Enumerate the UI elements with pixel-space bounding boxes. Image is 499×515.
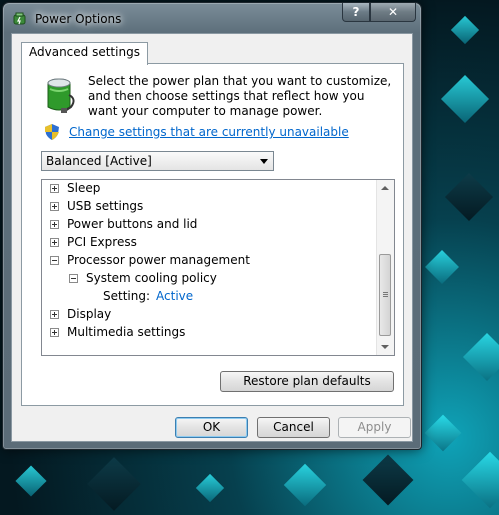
wallpaper-tile	[425, 250, 459, 284]
change-unavailable-settings-link[interactable]: Change settings that are currently unava…	[69, 125, 349, 139]
scroll-up-arrow-icon[interactable]	[381, 186, 389, 190]
tree-item-system-cooling-policy[interactable]: System cooling policy	[69, 269, 217, 287]
scroll-down-arrow-icon[interactable]	[381, 345, 389, 349]
wallpaper-tile	[362, 454, 414, 506]
battery-power-icon	[47, 78, 75, 113]
wallpaper-tile	[15, 465, 47, 497]
scrollbar-thumb[interactable]	[379, 254, 391, 336]
tree-item-display[interactable]: Display	[50, 305, 111, 323]
tree-item-pci-express[interactable]: PCI Express	[50, 233, 137, 251]
wallpaper-tile	[283, 463, 327, 507]
title-bar[interactable]: Power Options ? ✕	[3, 3, 421, 33]
wallpaper-tile	[424, 414, 462, 452]
ok-button[interactable]: OK	[175, 417, 248, 438]
wallpaper-tile	[444, 172, 494, 222]
grip-line	[383, 292, 388, 293]
window-title: Power Options	[35, 12, 122, 26]
expand-icon[interactable]	[50, 328, 59, 337]
tree-item-setting[interactable]: Setting: Active	[103, 287, 193, 305]
collapse-icon[interactable]	[50, 256, 59, 265]
power-options-icon	[13, 12, 26, 25]
wallpaper-tile	[87, 457, 141, 511]
close-button[interactable]: ✕	[370, 3, 416, 22]
settings-tree[interactable]: Sleep USB settings Power buttons and lid…	[41, 179, 395, 356]
tree-item-power-buttons[interactable]: Power buttons and lid	[50, 215, 197, 233]
grip-line	[383, 294, 388, 295]
wallpaper-tile	[195, 473, 225, 503]
uac-shield-icon	[45, 124, 59, 140]
tree-item-sleep[interactable]: Sleep	[50, 180, 100, 197]
tree-item-processor-power[interactable]: Processor power management	[50, 251, 250, 269]
expand-icon[interactable]	[50, 238, 59, 247]
vertical-scrollbar[interactable]	[376, 180, 394, 355]
help-button[interactable]: ?	[342, 3, 370, 22]
caption-buttons: ? ✕	[342, 3, 416, 22]
wallpaper-tile	[461, 451, 499, 509]
power-plan-dropdown[interactable]: Balanced [Active]	[41, 151, 274, 171]
chevron-down-icon	[260, 159, 268, 164]
restore-plan-defaults-button[interactable]: Restore plan defaults	[220, 371, 394, 392]
expand-icon[interactable]	[50, 202, 59, 211]
collapse-icon[interactable]	[69, 274, 78, 283]
grip-line	[383, 296, 388, 297]
advanced-settings-panel: Select the power plan that you want to c…	[21, 63, 404, 406]
power-plan-value: Balanced [Active]	[46, 154, 152, 168]
cancel-button[interactable]: Cancel	[257, 417, 330, 438]
expand-icon[interactable]	[50, 220, 59, 229]
wallpaper-tile	[462, 332, 499, 382]
tab-advanced-settings[interactable]: Advanced settings	[21, 42, 148, 65]
dialog-client-area: Advanced settings Select the power plan …	[11, 33, 413, 442]
apply-button[interactable]: Apply	[338, 417, 411, 438]
expand-icon[interactable]	[50, 184, 59, 193]
close-icon: ✕	[387, 5, 399, 19]
wallpaper-tile	[450, 15, 480, 45]
tree-item-multimedia[interactable]: Multimedia settings	[50, 323, 185, 341]
expand-icon[interactable]	[50, 310, 59, 319]
tree-item-usb-settings[interactable]: USB settings	[50, 197, 143, 215]
setting-label: Setting:	[103, 289, 151, 303]
wallpaper-tile	[440, 74, 490, 124]
instructions-text: Select the power plan that you want to c…	[88, 74, 392, 118]
power-options-window: Power Options ? ✕ Advanced settings Sele…	[2, 2, 422, 450]
setting-value[interactable]: Active	[156, 289, 193, 303]
